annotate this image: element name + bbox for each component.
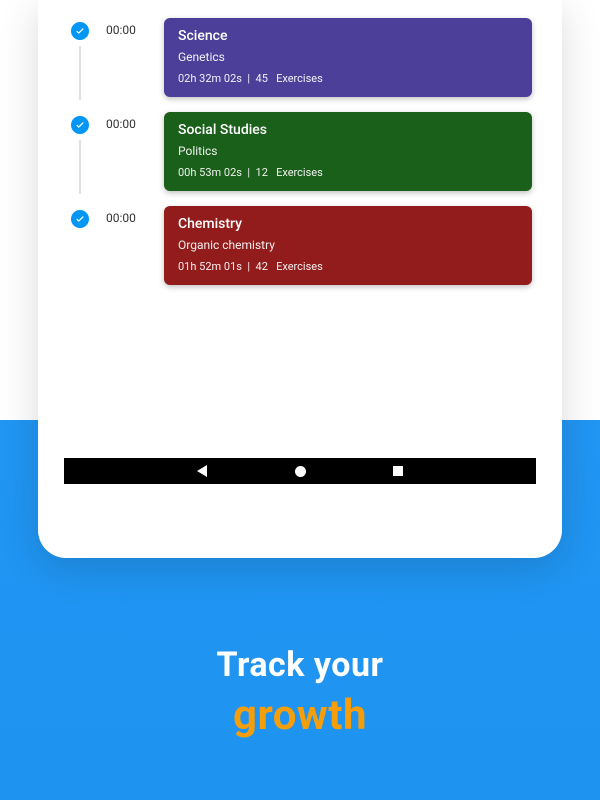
subject-card[interactable]: Chemistry Organic chemistry 01h 52m 01s … — [164, 206, 532, 285]
check-icon — [71, 116, 89, 134]
timeline-connector — [79, 140, 81, 194]
timeline-entry: 00:00 Chemistry Organic chemistry 01h 52… — [68, 206, 532, 285]
nav-back-button[interactable] — [196, 465, 208, 477]
nav-home-button[interactable] — [294, 465, 306, 477]
timeline-entry: 00:00 Social Studies Politics 00h 53m 02… — [68, 112, 532, 194]
subject-meta: 02h 32m 02s | 45 Exercises — [178, 72, 518, 85]
subject-card[interactable]: Science Genetics 02h 32m 02s | 45 Exerci… — [164, 18, 532, 97]
caption-line2: growth — [0, 691, 600, 740]
check-icon — [71, 210, 89, 228]
entry-time: 00:00 — [106, 211, 144, 225]
subject-title: Social Studies — [178, 122, 518, 138]
subject-topic: Organic chemistry — [178, 238, 518, 252]
device-frame: 00:00 Science Genetics 02h 32m 02s | 45 … — [38, 0, 562, 558]
caption-line1: Track your — [0, 645, 600, 685]
nav-recent-button[interactable] — [392, 465, 404, 477]
subject-title: Chemistry — [178, 216, 518, 232]
timeline-entry: 00:00 Science Genetics 02h 32m 02s | 45 … — [68, 18, 532, 100]
study-timeline: 00:00 Science Genetics 02h 32m 02s | 45 … — [38, 0, 562, 285]
subject-topic: Politics — [178, 144, 518, 158]
subject-title: Science — [178, 28, 518, 44]
entry-time: 00:00 — [106, 23, 144, 37]
subject-meta: 01h 52m 01s | 42 Exercises — [178, 260, 518, 273]
check-icon — [71, 22, 89, 40]
subject-meta: 00h 53m 02s | 12 Exercises — [178, 166, 518, 179]
marketing-caption: Track your growth — [0, 645, 600, 740]
android-navbar — [64, 458, 536, 484]
subject-card[interactable]: Social Studies Politics 00h 53m 02s | 12… — [164, 112, 532, 191]
subject-topic: Genetics — [178, 50, 518, 64]
entry-time: 00:00 — [106, 117, 144, 131]
timeline-connector — [79, 46, 81, 100]
